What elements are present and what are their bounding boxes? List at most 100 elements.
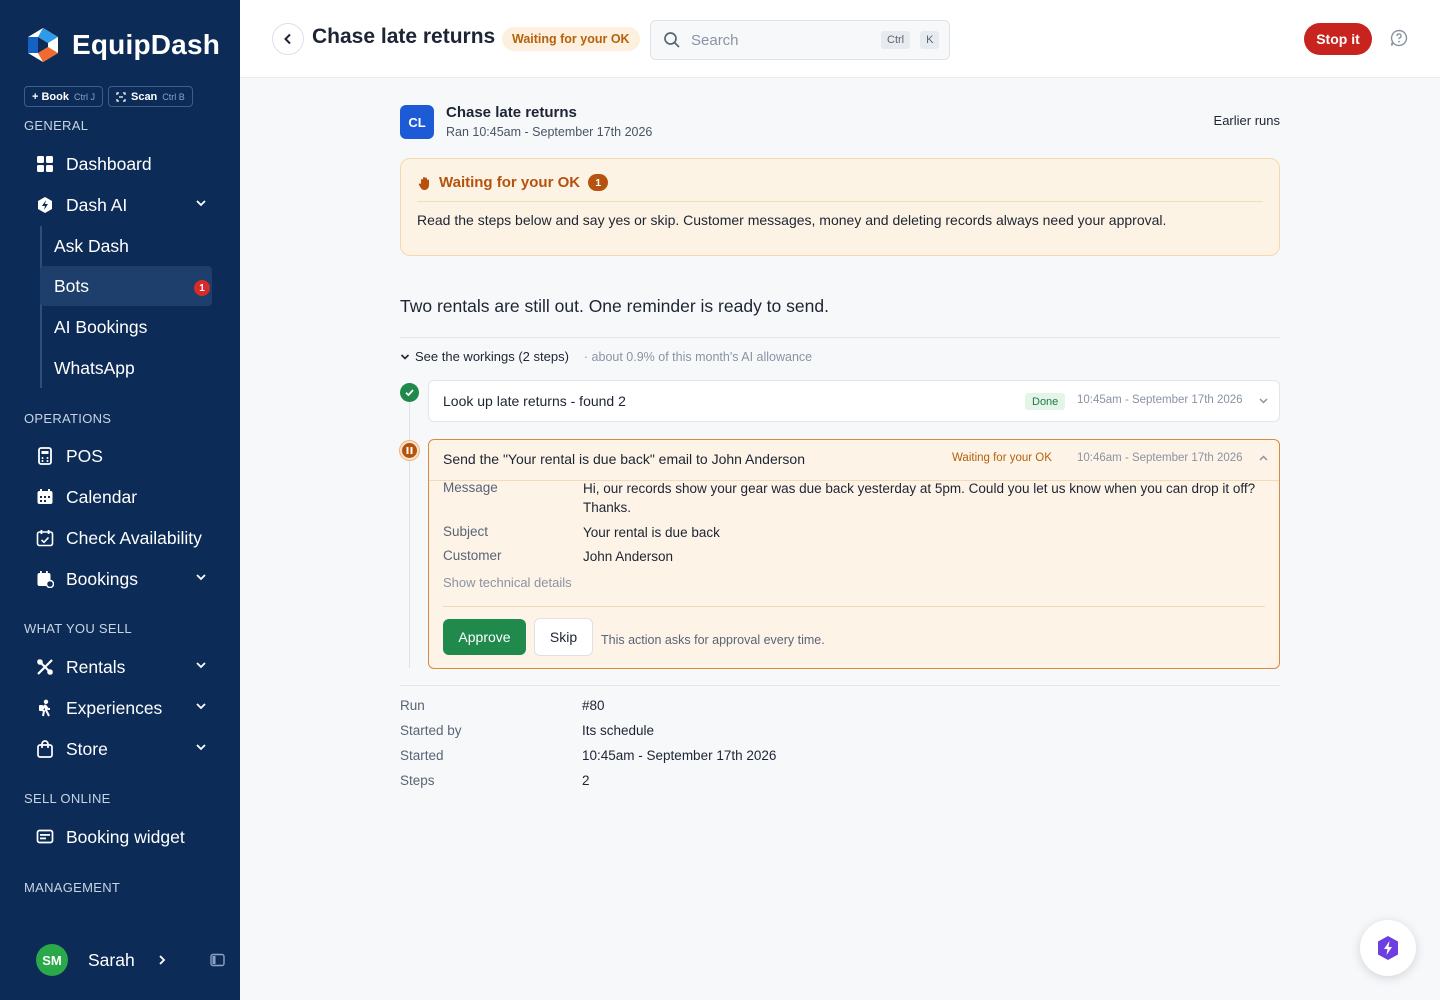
quick-actions: + Book Ctrl J Scan Ctrl B (24, 86, 193, 107)
sidebar-item-bots[interactable]: Bots 1 (40, 266, 212, 306)
status-text: Waiting for your OK (952, 452, 1052, 464)
step-card-expanded: Send the "Your rental is due back" email… (428, 439, 1280, 669)
app-name: EquipDash (72, 29, 221, 60)
meta-label: Started by (400, 723, 462, 738)
approve-button[interactable]: Approve (443, 619, 526, 655)
page-title: Chase late returns (312, 25, 496, 48)
sidebar: EquipDash + Book Ctrl J Scan Ctrl B GENE… (0, 0, 240, 1000)
sidebar-item-dashboard[interactable]: Dashboard (24, 145, 216, 183)
meta-label: Steps (400, 773, 435, 788)
back-button[interactable] (272, 23, 304, 55)
dashboard-icon (36, 155, 54, 173)
section-what-you-sell: WHAT YOU SELL (24, 621, 132, 636)
bot-title: Chase late returns (446, 104, 577, 121)
meta-label: Started (400, 748, 444, 763)
shortcut-ctrl: Ctrl (881, 31, 911, 49)
sidebar-item-booking-widget[interactable]: Booking widget (24, 818, 216, 856)
run-time: Ran 10:45am - September 17th 2026 (446, 125, 653, 139)
chevron-down-icon (196, 703, 206, 710)
sidebar-item-calendar[interactable]: Calendar (24, 478, 216, 516)
calendar-check-icon (36, 529, 54, 547)
alert-count-badge: 1 (588, 174, 609, 191)
collapse-sidebar-icon[interactable] (210, 953, 225, 967)
chevron-up-icon[interactable] (1258, 453, 1269, 464)
step-done-icon (400, 383, 419, 402)
hand-icon (418, 176, 429, 190)
step-time: 10:45am - September 17th 2026 (1077, 394, 1243, 406)
sidebar-item-experiences[interactable]: Experiences (24, 689, 216, 727)
sidebar-item-label: Rentals (66, 656, 126, 677)
quick-scan-shortcut: Ctrl B (162, 91, 185, 102)
stop-button[interactable]: Stop it (1304, 23, 1372, 55)
sidebar-item-ai-bookings[interactable]: AI Bookings (40, 307, 212, 347)
alert-title: Waiting for your OK (439, 174, 581, 191)
chevron-down-icon[interactable] (1258, 395, 1269, 406)
sidebar-item-label: Dash AI (66, 194, 128, 215)
quick-scan-button[interactable]: Scan Ctrl B (107, 86, 193, 107)
widget-icon (36, 828, 54, 846)
top-bar: Chase late returns Waiting for your OK C… (240, 0, 1440, 78)
equipdash-logo-icon (28, 28, 58, 62)
approval-alert: Waiting for your OK 1 Read the steps bel… (400, 158, 1280, 256)
sidebar-item-label: Ask Dash (54, 235, 129, 256)
section-operations: OPERATIONS (24, 411, 112, 426)
sidebar-item-label: Bookings (66, 568, 138, 589)
check-icon (405, 389, 414, 397)
chevron-down-icon (196, 662, 206, 669)
field-label: Customer (443, 548, 502, 563)
chevron-down-icon (196, 200, 206, 207)
meta-label: Run (400, 698, 425, 713)
sidebar-item-whatsapp[interactable]: WhatsApp (40, 348, 212, 388)
scan-icon (116, 91, 126, 102)
user-menu[interactable]: SM Sarah (36, 944, 169, 976)
sidebar-item-label: WhatsApp (54, 357, 135, 378)
help-icon[interactable] (1390, 29, 1408, 47)
sidebar-item-dash-ai[interactable]: Dash AI (24, 186, 216, 224)
sidebar-item-rentals[interactable]: Rentals (24, 648, 216, 686)
divider (417, 201, 1263, 202)
alert-header: Waiting for your OK 1 (417, 174, 609, 191)
timeline-line (409, 398, 410, 668)
earlier-runs-link[interactable]: Earlier runs (1214, 113, 1280, 128)
sidebar-item-check-availability[interactable]: Check Availability (24, 519, 216, 557)
app-logo[interactable]: EquipDash (24, 26, 220, 64)
sidebar-item-ask-dash[interactable]: Ask Dash (40, 226, 212, 266)
workings-label: See the workings (2 steps) (415, 349, 569, 364)
sidebar-item-store[interactable]: Store (24, 730, 216, 768)
section-sell-online: SELL ONLINE (24, 791, 111, 806)
divider (443, 606, 1265, 607)
section-management: MANAGEMENT (24, 880, 121, 895)
sidebar-item-pos[interactable]: POS (24, 437, 216, 475)
step-card[interactable]: Look up late returns - found 2 Done 10:4… (428, 380, 1280, 422)
chevron-down-icon (196, 574, 206, 581)
bot-avatar: CL (400, 105, 434, 139)
sidebar-item-label: Dashboard (66, 153, 152, 174)
field-label: Subject (443, 524, 489, 539)
user-name: Sarah (88, 949, 135, 970)
step-title: Send the "Your rental is due back" email… (443, 451, 805, 467)
bookings-icon (36, 570, 54, 588)
workings-toggle[interactable]: See the workings (2 steps) · about 0.9% … (400, 349, 812, 364)
quick-book-button[interactable]: + Book Ctrl J (24, 86, 103, 107)
dash-ai-fab[interactable] (1360, 920, 1416, 976)
lightning-icon (1378, 936, 1398, 960)
status-badge: Waiting for your OK (502, 27, 640, 51)
pause-icon (406, 447, 413, 454)
show-technical-details-link[interactable]: Show technical details (443, 575, 572, 590)
rentals-icon (36, 658, 54, 676)
meta-started-by-value: Its schedule (582, 723, 655, 738)
divider (400, 685, 1280, 686)
quick-book-label: + Book (32, 90, 69, 103)
shopping-bag-icon (36, 740, 54, 758)
search-bar[interactable]: Ctrl K (650, 20, 950, 60)
divider (400, 337, 1280, 338)
sidebar-item-label: Check Availability (66, 527, 202, 548)
search-input[interactable] (691, 31, 871, 49)
customer-value: John Anderson (583, 549, 674, 564)
sidebar-item-label: Calendar (66, 486, 138, 507)
skip-button[interactable]: Skip (534, 618, 593, 656)
avatar: SM (36, 944, 68, 976)
ai-allowance: · about 0.9% of this month's AI allowanc… (583, 349, 813, 364)
sidebar-item-bookings[interactable]: Bookings (24, 560, 216, 598)
notification-badge: 1 (194, 280, 210, 296)
